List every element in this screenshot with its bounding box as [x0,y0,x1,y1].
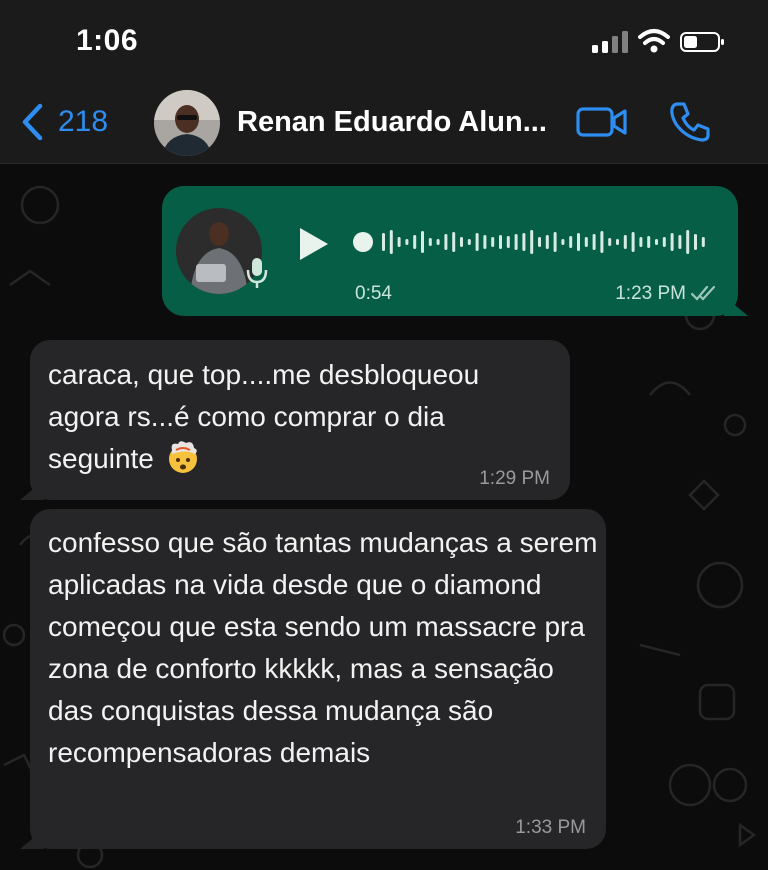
double-check-icon [690,285,716,301]
back-button[interactable]: 218 [20,100,108,144]
message-time: 1:23 PM [615,283,686,304]
waveform-bar [397,237,401,247]
waveform-bar [506,236,510,248]
audio-waveform[interactable] [352,224,712,260]
microphone-icon [246,258,268,288]
exploding-head-emoji-icon [168,441,197,473]
waveform-bar [616,239,619,245]
waveform-bar [499,235,502,249]
waveform-bar [389,230,393,254]
message-time: 1:29 PM [479,468,550,489]
waveform-bar [491,237,495,247]
waveform-bar [584,237,588,247]
waveform-bar [639,237,643,247]
waveform-bar [413,235,417,249]
waveform-bar [701,237,705,247]
waveform-bar [670,233,674,251]
waveform-bar [460,237,463,247]
incoming-message-bubble[interactable]: confesso que são tantas mudanças a serem… [30,509,606,849]
chat-area[interactable]: 0:54 1:23 PM caraca, que top....me desbl… [0,165,768,870]
chevron-left-icon [22,103,43,141]
waveform-bar [686,230,690,254]
playback-scrubber[interactable] [353,232,373,252]
waveform-bar [405,239,409,245]
waveform-bar [452,232,456,252]
waveform-bar [538,237,541,247]
status-bar: 1:06 [0,0,768,80]
waveform-bar [623,235,627,249]
waveform-bar [475,233,479,251]
waveform-bar [569,236,573,248]
message-text: caraca, que top....me desbloqueou agora … [48,359,480,474]
incoming-message-bubble[interactable]: caraca, que top....me desbloqueou agora … [30,340,570,500]
voice-duration: 0:54 [355,283,392,304]
waveform-bar [421,231,424,253]
waveform-bar [428,238,432,246]
waveform-bar [577,233,580,251]
unread-count: 218 [58,105,109,138]
waveform-bar [514,234,518,250]
status-time: 1:06 [76,24,139,57]
waveform-bar [436,239,440,245]
waveform-bar [444,234,448,250]
waveform-bar [647,236,651,248]
waveform-bar [545,235,549,249]
waveform-bar [483,235,487,249]
battery-icon [680,32,724,52]
video-call-icon[interactable] [576,102,628,142]
waveform-bar [382,233,385,251]
waveform-bar [678,235,682,249]
waveform-bar [561,239,565,245]
message-time: 1:33 PM [515,817,586,838]
waveform-bar [530,230,534,254]
waveform-bar [522,233,526,251]
cellular-signal-icon [592,31,628,53]
phone-icon[interactable] [668,100,712,144]
waveform-bar [600,231,604,253]
contact-name[interactable]: Renan Eduardo Alun... [237,106,547,139]
waveform-bar [631,232,635,252]
message-text: confesso que são tantas mudanças a serem… [48,527,598,768]
waveform-bar [467,239,471,245]
waveform-bar [655,239,658,245]
waveform-bar [608,238,612,246]
waveform-bar [694,234,697,250]
wifi-icon [638,29,670,53]
waveform-bar [592,234,596,250]
avatar[interactable] [154,90,220,156]
waveform-bar [553,232,557,252]
chat-header: 218 Renan Eduardo Alun... [0,80,768,164]
voice-message-bubble[interactable]: 0:54 1:23 PM [162,186,738,316]
waveform-bar [662,237,666,247]
play-icon[interactable] [296,226,330,262]
